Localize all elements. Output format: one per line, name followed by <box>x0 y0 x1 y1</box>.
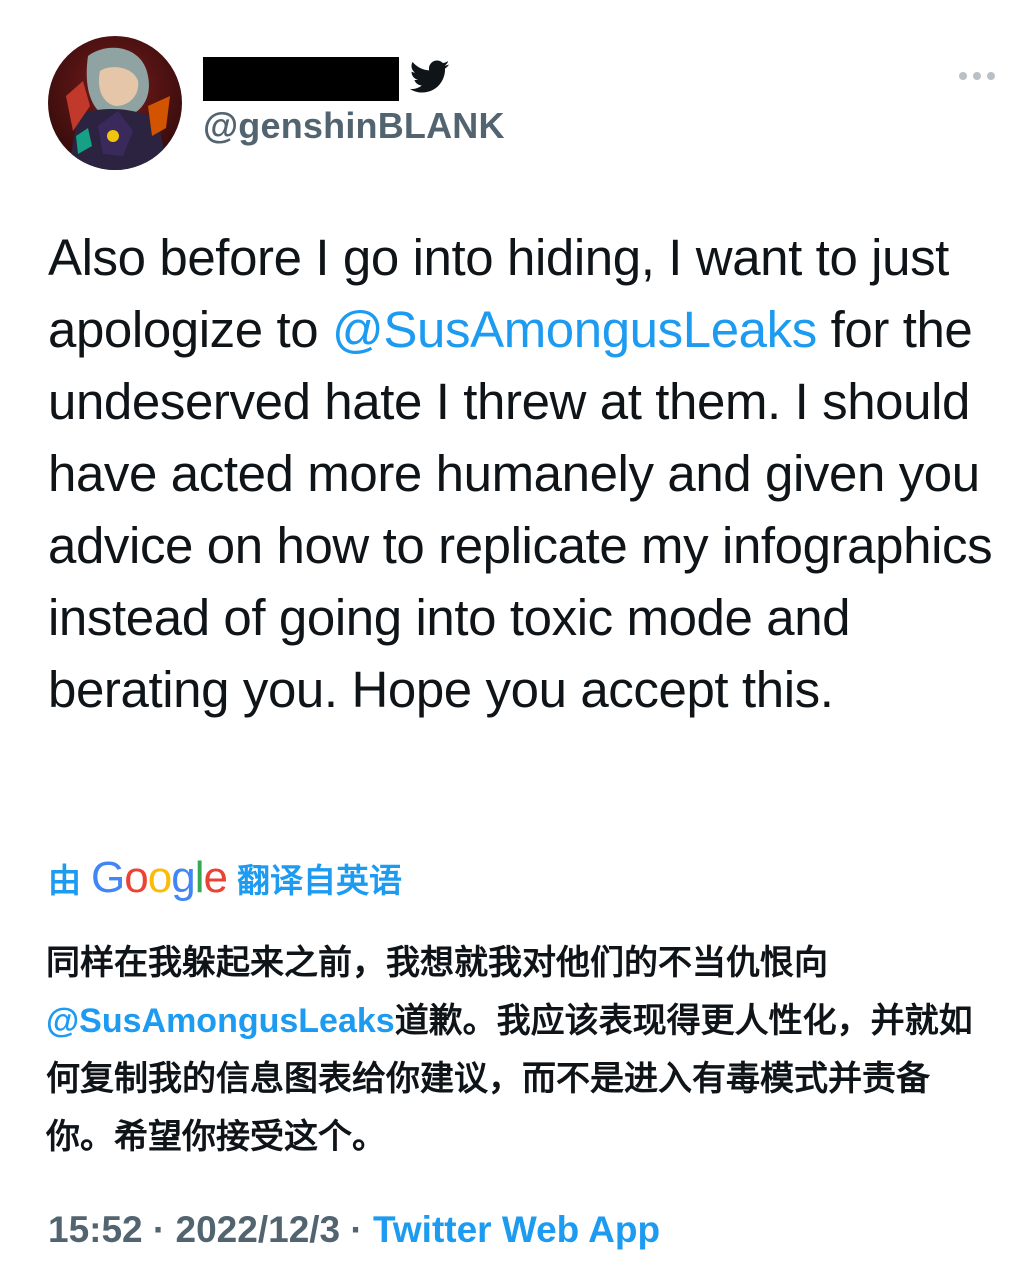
translate-by-label: 由 <box>48 861 81 900</box>
tweet-text-part-2: for the undeserved hate I threw at them.… <box>48 301 993 718</box>
translated-text-part-1: 同样在我躲起来之前，我想就我对他们的不当仇恨向 <box>46 943 828 983</box>
translated-mention-link[interactable]: @SusAmongusLeaks <box>46 1002 395 1040</box>
tweet-date[interactable]: 2022/12/3 <box>176 1209 341 1250</box>
google-logo: Google <box>91 852 228 904</box>
tweet-time[interactable]: 15:52 <box>48 1209 143 1250</box>
footer-separator-2: · <box>340 1209 374 1250</box>
translate-from-label: 翻译自英语 <box>236 861 402 900</box>
google-letter-3: o <box>147 853 173 902</box>
google-letter-6: e <box>203 853 228 902</box>
tweet-source-app[interactable]: Twitter Web App <box>373 1209 660 1250</box>
google-letter-1: G <box>91 853 125 902</box>
twitter-bird-icon <box>409 60 450 94</box>
translate-attribution[interactable]: 由 Google 翻译自英语 <box>48 852 402 904</box>
avatar[interactable] <box>48 36 182 170</box>
google-letter-4: g <box>171 853 196 902</box>
more-icon[interactable] <box>956 62 998 90</box>
tweet-text: Also before I go into hiding, I want to … <box>48 222 1008 726</box>
avatar-image <box>48 36 182 170</box>
translated-text: 同样在我躲起来之前，我想就我对他们的不当仇恨向 @SusAmongusLeaks道… <box>46 934 996 1166</box>
google-letter-2: o <box>124 853 149 902</box>
tweet-footer: 15:52 · 2022/12/3 · Twitter Web App <box>48 1206 660 1254</box>
display-name-redacted <box>203 57 399 101</box>
footer-separator-1: · <box>142 1209 176 1250</box>
tweet-header: @genshinBLANK <box>0 0 1024 190</box>
author-handle[interactable]: @genshinBLANK <box>203 104 505 148</box>
mention-link[interactable]: @SusAmongusLeaks <box>332 301 817 358</box>
